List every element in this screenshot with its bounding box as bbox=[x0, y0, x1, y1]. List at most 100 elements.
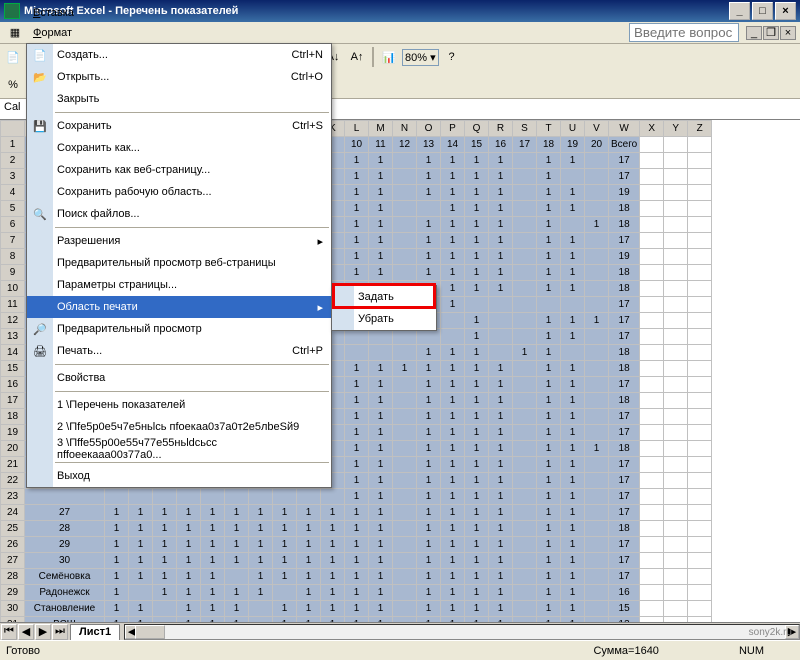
file-menu-item[interactable]: Выход bbox=[27, 465, 331, 487]
row-header[interactable]: 1 bbox=[1, 137, 25, 153]
cell[interactable]: 17 bbox=[609, 297, 640, 313]
col-header[interactable]: U bbox=[561, 121, 585, 137]
cell[interactable]: 1 bbox=[417, 169, 441, 185]
row-header[interactable]: 10 bbox=[1, 281, 25, 297]
cell[interactable] bbox=[640, 329, 664, 345]
cell[interactable]: 18 bbox=[537, 137, 561, 153]
cell[interactable] bbox=[513, 153, 537, 169]
zoom-select[interactable]: 80% ▾ bbox=[402, 49, 439, 66]
cell[interactable] bbox=[688, 137, 712, 153]
file-menu-item[interactable]: 💾СохранитьCtrl+S bbox=[27, 115, 331, 137]
chart-icon[interactable]: 📊 bbox=[378, 46, 400, 68]
cell[interactable] bbox=[664, 473, 688, 489]
cell[interactable]: 1 bbox=[369, 201, 393, 217]
cell[interactable]: 17 bbox=[609, 233, 640, 249]
cell[interactable] bbox=[640, 521, 664, 537]
cell[interactable]: 15 bbox=[609, 601, 640, 617]
cell[interactable]: 17 bbox=[609, 457, 640, 473]
cell[interactable] bbox=[688, 185, 712, 201]
cell[interactable]: 1 bbox=[369, 153, 393, 169]
col-header[interactable]: P bbox=[441, 121, 465, 137]
cell[interactable]: 1 bbox=[441, 441, 465, 457]
cell[interactable]: 1 bbox=[297, 585, 321, 601]
minimize-button[interactable]: _ bbox=[729, 2, 750, 20]
cell[interactable]: 1 bbox=[465, 425, 489, 441]
file-menu-item[interactable]: 🔍Поиск файлов... bbox=[27, 203, 331, 225]
cell[interactable]: 1 bbox=[441, 489, 465, 505]
cell[interactable]: 17 bbox=[609, 505, 640, 521]
cell[interactable]: 1 bbox=[489, 505, 513, 521]
cell[interactable]: 1 bbox=[537, 233, 561, 249]
cell[interactable] bbox=[664, 457, 688, 473]
cell[interactable]: 1 bbox=[489, 169, 513, 185]
cell[interactable] bbox=[640, 137, 664, 153]
cell[interactable] bbox=[664, 569, 688, 585]
cell[interactable]: 17 bbox=[609, 489, 640, 505]
cell[interactable] bbox=[585, 185, 609, 201]
cell[interactable]: 30 bbox=[25, 553, 105, 569]
cell[interactable]: 1 bbox=[345, 153, 369, 169]
cell[interactable] bbox=[441, 329, 465, 345]
cell[interactable]: 1 bbox=[489, 489, 513, 505]
cell[interactable] bbox=[393, 233, 417, 249]
cell[interactable]: 1 bbox=[489, 537, 513, 553]
cell[interactable]: 1 bbox=[345, 521, 369, 537]
cell[interactable]: 1 bbox=[561, 329, 585, 345]
cell[interactable]: 1 bbox=[489, 521, 513, 537]
file-menu-item[interactable]: 📂Открыть...Ctrl+O bbox=[27, 66, 331, 88]
cell[interactable] bbox=[561, 169, 585, 185]
select-all[interactable] bbox=[1, 121, 25, 137]
cell[interactable]: 1 bbox=[249, 505, 273, 521]
cell[interactable]: 1 bbox=[417, 473, 441, 489]
cell[interactable] bbox=[688, 393, 712, 409]
cell[interactable]: 1 bbox=[441, 185, 465, 201]
cell[interactable]: 1 bbox=[321, 585, 345, 601]
cell[interactable]: 1 bbox=[369, 425, 393, 441]
cell[interactable]: 1 bbox=[561, 569, 585, 585]
cell[interactable]: 17 bbox=[513, 137, 537, 153]
col-header[interactable]: W bbox=[609, 121, 640, 137]
cell[interactable]: 1 bbox=[369, 521, 393, 537]
cell[interactable]: 1 bbox=[369, 409, 393, 425]
col-header[interactable]: Y bbox=[664, 121, 688, 137]
file-menu-item[interactable]: Предварительный просмотр веб-страницы bbox=[27, 252, 331, 274]
cell[interactable]: 18 bbox=[609, 201, 640, 217]
cell[interactable]: 1 bbox=[369, 217, 393, 233]
cell[interactable] bbox=[664, 313, 688, 329]
cell[interactable]: 1 bbox=[369, 505, 393, 521]
cell[interactable] bbox=[513, 489, 537, 505]
cell[interactable]: 1 bbox=[153, 585, 177, 601]
tab-next-button[interactable]: ▶ bbox=[35, 624, 51, 640]
cell[interactable]: 1 bbox=[369, 569, 393, 585]
cell[interactable] bbox=[225, 489, 249, 505]
cell[interactable]: 1 bbox=[537, 457, 561, 473]
cell[interactable] bbox=[688, 153, 712, 169]
cell[interactable]: 1 bbox=[225, 585, 249, 601]
cell[interactable]: 17 bbox=[609, 569, 640, 585]
cell[interactable]: 1 bbox=[417, 361, 441, 377]
cell[interactable] bbox=[664, 393, 688, 409]
cell[interactable]: 17 bbox=[609, 377, 640, 393]
cell[interactable]: 1 bbox=[297, 569, 321, 585]
cell[interactable] bbox=[585, 233, 609, 249]
cell[interactable]: 1 bbox=[345, 553, 369, 569]
cell[interactable]: 1 bbox=[321, 537, 345, 553]
cell[interactable]: 1 bbox=[465, 377, 489, 393]
doc-close-button[interactable]: × bbox=[780, 26, 796, 40]
row-header[interactable]: 28 bbox=[1, 569, 25, 585]
cell[interactable]: 1 bbox=[393, 361, 417, 377]
row-header[interactable]: 16 bbox=[1, 377, 25, 393]
cell[interactable] bbox=[688, 329, 712, 345]
cell[interactable] bbox=[393, 217, 417, 233]
cell[interactable] bbox=[489, 297, 513, 313]
cell[interactable] bbox=[513, 553, 537, 569]
cell[interactable]: 1 bbox=[537, 313, 561, 329]
col-header[interactable]: V bbox=[585, 121, 609, 137]
cell[interactable] bbox=[664, 537, 688, 553]
cell[interactable] bbox=[153, 601, 177, 617]
cell[interactable] bbox=[393, 185, 417, 201]
help-search[interactable] bbox=[629, 23, 739, 42]
cell[interactable]: 1 bbox=[249, 537, 273, 553]
cell[interactable] bbox=[513, 313, 537, 329]
cell[interactable] bbox=[640, 569, 664, 585]
